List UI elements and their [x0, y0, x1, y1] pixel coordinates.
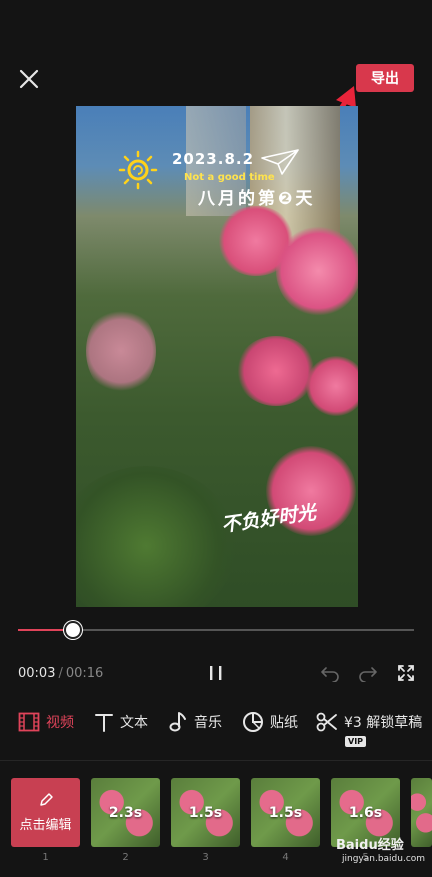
pencil-icon [39, 793, 53, 806]
tool-label: ¥3 解锁草稿 [344, 715, 423, 731]
clip-number: 1 [42, 852, 49, 863]
clip-duration: 1.5s [268, 804, 303, 821]
overlay-title-text: 八月的第❷天 [198, 189, 316, 209]
clip-thumbnail[interactable]: 1.5s [251, 778, 320, 847]
clip-thumbnail[interactable]: 2.3s [91, 778, 160, 847]
vip-badge: VIP [345, 736, 367, 747]
fullscreen-icon [398, 665, 414, 681]
pause-icon [210, 666, 222, 680]
watermark-url: jingyan.baidu.com [342, 854, 426, 864]
clip-number: 3 [202, 852, 209, 863]
clip-number: 4 [282, 852, 289, 863]
undo-button[interactable] [320, 664, 340, 683]
clip-thumbnail[interactable]: 1.5s [171, 778, 240, 847]
watermark-brand: Baidu经验 [336, 838, 404, 853]
clip-edit-label: 点击编辑 [19, 818, 72, 833]
sticker-icon [243, 712, 263, 732]
sun-sticker-icon [118, 150, 158, 190]
music-note-icon [169, 712, 186, 732]
tool-label: 视频 [46, 715, 74, 731]
rose-flower [306, 356, 358, 416]
rose-flower [236, 336, 316, 406]
redo-icon [359, 667, 377, 683]
fullscreen-button[interactable] [397, 664, 415, 682]
tool-unlock-draft[interactable]: ¥3 解锁草稿 [316, 706, 422, 738]
close-icon [19, 69, 39, 89]
timeline-scrubber[interactable] [64, 621, 83, 639]
scissors-icon [316, 712, 337, 732]
tool-text[interactable]: 文本 [94, 706, 148, 738]
undo-icon [321, 667, 339, 683]
clip-duration: 1.6s [348, 804, 383, 821]
clip-duration: 1.5s [188, 804, 223, 821]
clip-duration: 2.3s [108, 804, 143, 821]
tool-video[interactable]: 视频 [18, 706, 74, 738]
time-separator: / [58, 666, 63, 681]
rose-flower [276, 226, 358, 316]
film-icon [18, 712, 40, 732]
clip-number: 2 [122, 852, 129, 863]
current-time: 00:03 [18, 666, 56, 681]
clip-thumbnail[interactable] [411, 778, 432, 847]
overlay-date-text: 2023.8.2 [172, 150, 255, 168]
video-preview[interactable]: 2023.8.2 Not a good time 八月的第❷天 不负好时光 [76, 106, 358, 607]
tool-label: 文本 [120, 715, 148, 731]
clip-edit-button[interactable]: 点击编辑 [11, 778, 80, 847]
total-time: 00:16 [65, 666, 104, 681]
time-display: 00:03/00:16 [18, 666, 103, 681]
rose-flower [86, 306, 156, 396]
close-button[interactable] [16, 66, 42, 92]
redo-button[interactable] [358, 664, 378, 683]
text-icon [95, 714, 113, 732]
tool-sticker[interactable]: 贴纸 [242, 706, 298, 738]
pause-button[interactable] [206, 663, 226, 683]
tool-music[interactable]: 音乐 [168, 706, 222, 738]
overlay-subtitle-text: Not a good time [184, 172, 275, 183]
edit-toolbar: 视频 文本 音乐 贴纸 ¥3 解锁草稿 [0, 706, 432, 746]
tool-label: 贴纸 [270, 715, 298, 731]
tool-label: 音乐 [194, 715, 222, 731]
divider [0, 760, 432, 761]
foliage [76, 466, 236, 607]
